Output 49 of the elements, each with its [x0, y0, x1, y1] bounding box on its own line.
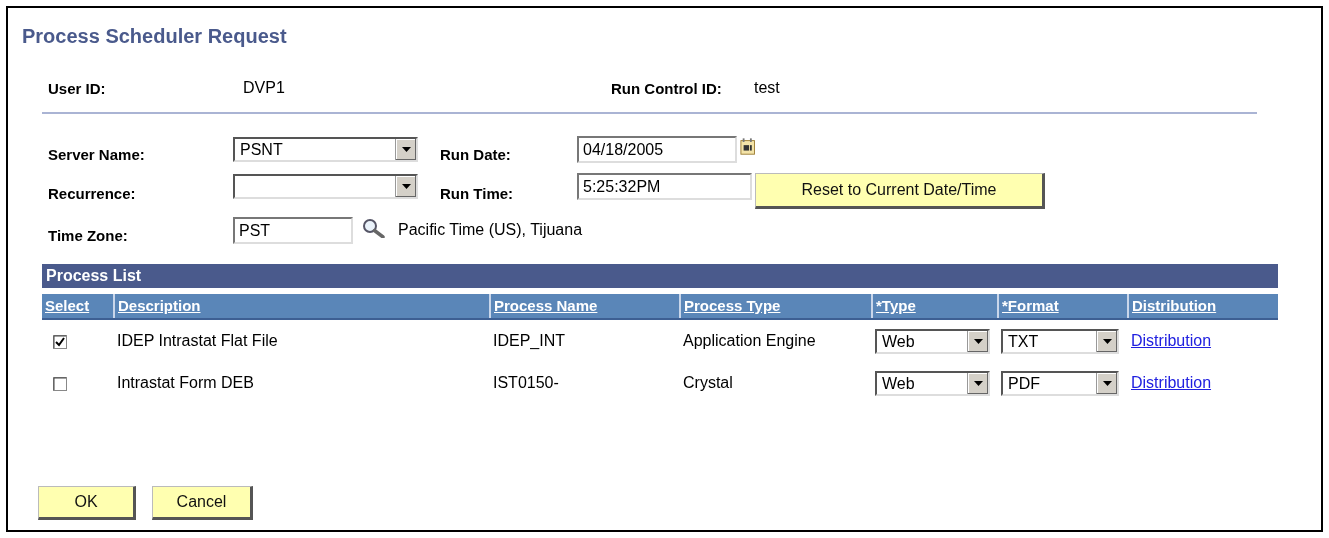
- dropdown[interactable]: Web: [875, 370, 990, 396]
- field-label: Run Date:: [440, 145, 512, 163]
- calendar-icon[interactable]: [739, 136, 755, 156]
- table-cell: IDEP Intrastat Flat File: [117, 332, 278, 349]
- table-cell: Intrastat Form DEB: [117, 374, 254, 391]
- table-cell: Crystal: [683, 374, 733, 391]
- distribution-link[interactable]: Distribution: [1131, 332, 1212, 349]
- dropdown[interactable]: TXT: [1001, 328, 1119, 354]
- field-label: Run Control ID:: [611, 79, 723, 97]
- dropdown[interactable]: PSNT: [233, 136, 418, 162]
- time-zone-field[interactable]: PST: [233, 216, 353, 244]
- field-label: Recurrence:: [48, 184, 137, 202]
- field-value: test: [754, 79, 780, 97]
- caret-icon: [973, 338, 983, 344]
- field-label: User ID:: [48, 79, 107, 97]
- column-header-link[interactable]: *Format: [1002, 297, 1059, 314]
- column-header-link[interactable]: Description: [118, 297, 201, 314]
- column-header-link[interactable]: *Type: [876, 297, 916, 314]
- field-value: DVP1: [243, 79, 286, 97]
- distribution-link[interactable]: Distribution: [1131, 374, 1212, 391]
- column-header-link[interactable]: Process Name: [494, 297, 598, 314]
- search-icon[interactable]: [362, 218, 385, 238]
- caret-icon: [1102, 338, 1112, 344]
- checkbox[interactable]: [53, 376, 67, 391]
- time-field[interactable]: 5:25:32PM: [577, 172, 752, 200]
- dropdown[interactable]: [233, 173, 418, 199]
- page-title: Process Scheduler Request: [22, 24, 288, 48]
- field-label: Run Time:: [440, 184, 515, 202]
- table-cell: IST0150-: [493, 374, 559, 391]
- checkbox[interactable]: [53, 334, 67, 349]
- reset-button[interactable]: Reset to Current Date/Time: [755, 173, 1045, 209]
- caret-icon: [401, 146, 411, 152]
- time-zone-description: Pacific Time (US), Tijuana: [398, 221, 583, 239]
- field-label: Server Name:: [48, 145, 146, 163]
- grid-title-bar: Process List: [42, 264, 1278, 288]
- ok-button[interactable]: OK: [38, 486, 136, 520]
- table-cell: IDEP_INT: [493, 332, 565, 349]
- column-header-link[interactable]: Select: [45, 297, 90, 314]
- dropdown[interactable]: PDF: [1001, 370, 1119, 396]
- cancel-button[interactable]: Cancel: [152, 486, 253, 520]
- dropdown[interactable]: Web: [875, 328, 990, 354]
- date-field[interactable]: 04/18/2005: [577, 135, 737, 163]
- caret-icon: [401, 183, 411, 189]
- column-header-link[interactable]: Process Type: [684, 297, 781, 314]
- caret-icon: [973, 380, 983, 386]
- table-cell: Application Engine: [683, 332, 816, 349]
- caret-icon: [1102, 380, 1112, 386]
- column-header-link[interactable]: Distribution: [1132, 297, 1217, 314]
- field-label: Time Zone:: [48, 226, 129, 244]
